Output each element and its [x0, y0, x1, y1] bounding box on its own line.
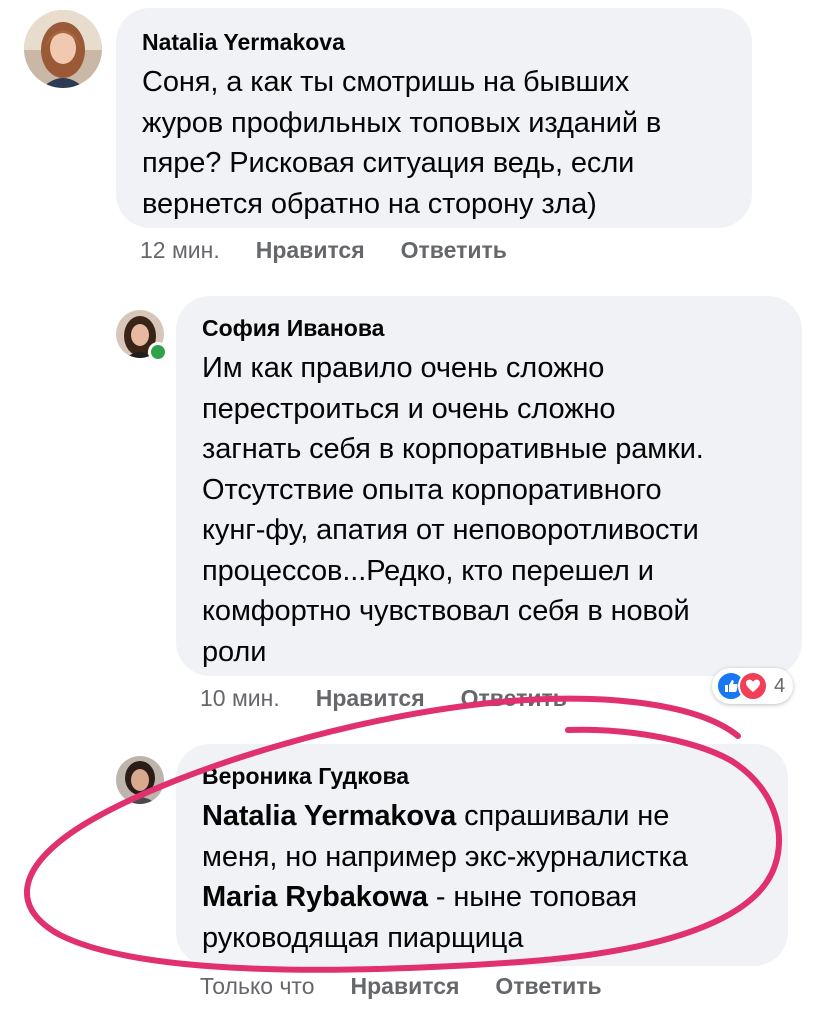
comment-line: журов профильных топовых изданий в	[142, 106, 662, 139]
comment-line: Им как правило очень сложно	[202, 352, 605, 384]
comment-line: Соня, а как ты смотришь на бывших	[142, 66, 630, 98]
mention-link[interactable]: Natalia Yermakova	[202, 800, 456, 832]
comment-bubble: София Иванова Им как правило очень сложн…	[176, 296, 802, 676]
comment-line: руководящая пиарщица	[202, 921, 524, 954]
comment-meta: 10 мин. Нравится Ответить	[200, 684, 567, 712]
reactions-summary[interactable]: 4	[712, 668, 794, 704]
comment-line-text: спрашивали не	[456, 800, 670, 832]
reply-button[interactable]: Ответить	[461, 684, 567, 712]
comment-line: перестроиться и очень сложно	[202, 392, 616, 425]
comment-author[interactable]: София Иванова	[202, 314, 776, 342]
comment-line: пяре? Рисковая ситуация ведь, если	[142, 147, 635, 179]
mention-link[interactable]: Maria Rybakowa	[202, 881, 428, 913]
comment-line: Maria Rybakowa - ныне топовая	[202, 877, 762, 918]
comment-timestamp[interactable]: Только что	[200, 972, 315, 1000]
comment-line: загнать себя в корпоративные рамки.	[202, 433, 704, 465]
comment-line: процессов...Редко, кто перешел и	[202, 554, 654, 587]
comment-meta: 12 мин. Нравится Ответить	[140, 236, 507, 264]
like-button[interactable]: Нравится	[256, 236, 365, 264]
comment-line: Natalia Yermakova спрашивали не	[202, 796, 762, 837]
online-status-icon	[148, 342, 168, 362]
avatar[interactable]	[24, 10, 102, 88]
comment-meta: Только что Нравится Ответить	[200, 972, 602, 1000]
comment-text: Им как правило очень сложно перестроитьс…	[202, 348, 776, 672]
comment-line-text: - ныне топовая	[427, 881, 638, 913]
comment-text: Соня, а как ты смотришь на бывших журов …	[142, 62, 726, 224]
like-button[interactable]: Нравится	[316, 684, 425, 712]
comment-text: Natalia Yermakova спрашивали не меня, но…	[202, 796, 762, 958]
like-button[interactable]: Нравится	[351, 972, 460, 1000]
comment-line: Отсутствие опыта корпоративного	[202, 473, 662, 506]
comment-line: вернется обратно на сторону зла)	[142, 187, 597, 220]
comment-bubble: Natalia Yermakova Соня, а как ты смотриш…	[116, 8, 752, 228]
comment-timestamp[interactable]: 10 мин.	[200, 684, 280, 712]
reply-button[interactable]: Ответить	[401, 236, 507, 264]
comment-line: кунг-фу, апатия от неповоротливости	[202, 514, 699, 546]
avatar[interactable]	[116, 756, 164, 804]
reply-button[interactable]: Ответить	[495, 972, 601, 1000]
reaction-count: 4	[774, 674, 786, 697]
comment-timestamp[interactable]: 12 мин.	[140, 236, 220, 264]
comment-line: меня, но например экс-журналистка	[202, 840, 688, 873]
comment-author[interactable]: Natalia Yermakova	[142, 28, 726, 56]
love-icon	[738, 671, 768, 701]
comment-line: роли	[202, 635, 267, 668]
comment-bubble: Вероника Гудкова Natalia Yermakova спраш…	[176, 744, 788, 966]
comment-author[interactable]: Вероника Гудкова	[202, 762, 762, 790]
comment-line: комфортно чувствовал себя в новой	[202, 595, 690, 627]
